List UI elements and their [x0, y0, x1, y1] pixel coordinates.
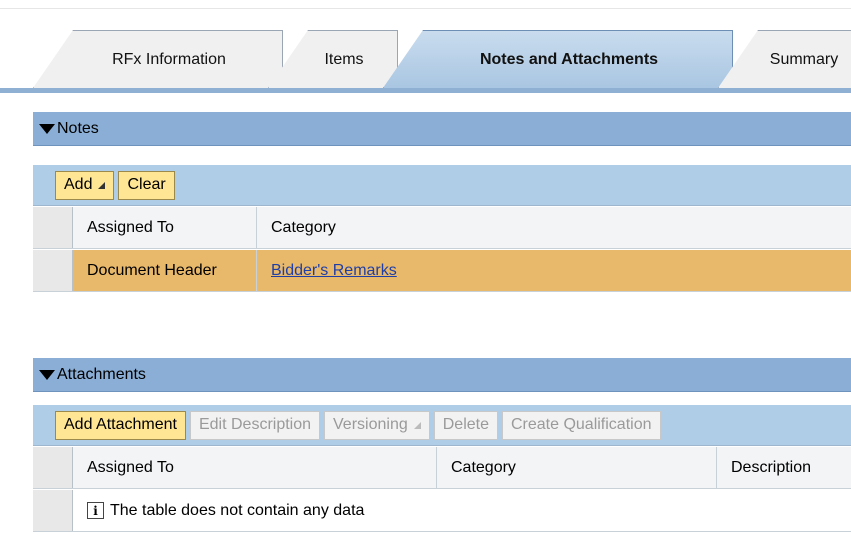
- top-border: [0, 0, 851, 9]
- add-attachment-button[interactable]: Add Attachment: [55, 410, 186, 440]
- empty-message-cell: i The table does not contain any data: [73, 490, 851, 531]
- column-header-description[interactable]: Description: [717, 447, 851, 488]
- select-all-cell[interactable]: [33, 207, 73, 248]
- category-link[interactable]: Bidder's Remarks: [271, 262, 397, 280]
- tab-label: Notes and Attachments: [479, 50, 659, 68]
- tab-notes-and-attachments[interactable]: Notes and Attachments: [383, 30, 733, 88]
- column-header-category[interactable]: Category: [257, 207, 851, 248]
- triangle-down-icon[interactable]: [39, 369, 55, 380]
- empty-message: The table does not contain any data: [110, 501, 365, 519]
- add-note-button[interactable]: Add: [55, 170, 115, 200]
- attachments-table-header: Assigned To Category Description: [33, 447, 851, 489]
- delete-label: Delete: [442, 416, 489, 433]
- attachments-panel-header[interactable]: Attachments: [33, 358, 851, 392]
- tab-label: Summary: [769, 50, 839, 68]
- delete-attachment-button[interactable]: Delete: [433, 410, 498, 440]
- row-selector: [33, 490, 73, 531]
- attachments-toolbar: Add Attachment Edit Description Versioni…: [33, 405, 851, 446]
- cell-assigned-to: Document Header: [73, 250, 257, 291]
- tab-strip: RFx Information Items Notes and Attachme…: [0, 30, 851, 92]
- empty-table-row: i The table does not contain any data: [33, 490, 851, 532]
- edit-description-label: Edit Description: [198, 416, 312, 433]
- clear-note-button-label: Clear: [127, 176, 166, 193]
- tab-rfx-information[interactable]: RFx Information: [33, 30, 283, 88]
- triangle-down-icon[interactable]: [39, 123, 55, 134]
- tab-label: RFx Information: [112, 50, 226, 68]
- tab-bar-underline: [0, 88, 851, 93]
- tab-items[interactable]: Items: [268, 30, 398, 88]
- versioning-button[interactable]: Versioning: [324, 410, 430, 440]
- tab-summary[interactable]: Summary: [718, 30, 851, 88]
- tab-label: Items: [324, 50, 364, 68]
- create-qualification-button[interactable]: Create Qualification: [501, 410, 661, 440]
- column-header-assigned-to[interactable]: Assigned To: [73, 207, 257, 248]
- dropdown-arrow-icon: [98, 181, 106, 189]
- clear-note-button[interactable]: Clear: [118, 170, 175, 200]
- notes-table-header: Assigned To Category: [33, 207, 851, 249]
- select-all-cell[interactable]: [33, 447, 73, 488]
- create-qualification-label: Create Qualification: [510, 416, 652, 433]
- add-attachment-label: Add Attachment: [64, 416, 177, 433]
- versioning-label: Versioning: [333, 416, 408, 433]
- table-row[interactable]: Document Header Bidder's Remarks: [33, 250, 851, 292]
- info-icon: i: [87, 502, 104, 519]
- attachments-panel-title: Attachments: [57, 365, 146, 383]
- notes-panel-title: Notes: [57, 119, 99, 137]
- column-header-assigned-to[interactable]: Assigned To: [73, 447, 437, 488]
- notes-toolbar: Add Clear: [33, 165, 851, 206]
- row-selector[interactable]: [33, 250, 73, 291]
- notes-panel-header[interactable]: Notes: [33, 112, 851, 146]
- cell-category: Bidder's Remarks: [257, 250, 851, 291]
- add-note-button-label: Add: [64, 176, 93, 193]
- edit-description-button[interactable]: Edit Description: [189, 410, 321, 440]
- column-header-category[interactable]: Category: [437, 447, 717, 488]
- dropdown-arrow-icon: [413, 421, 421, 429]
